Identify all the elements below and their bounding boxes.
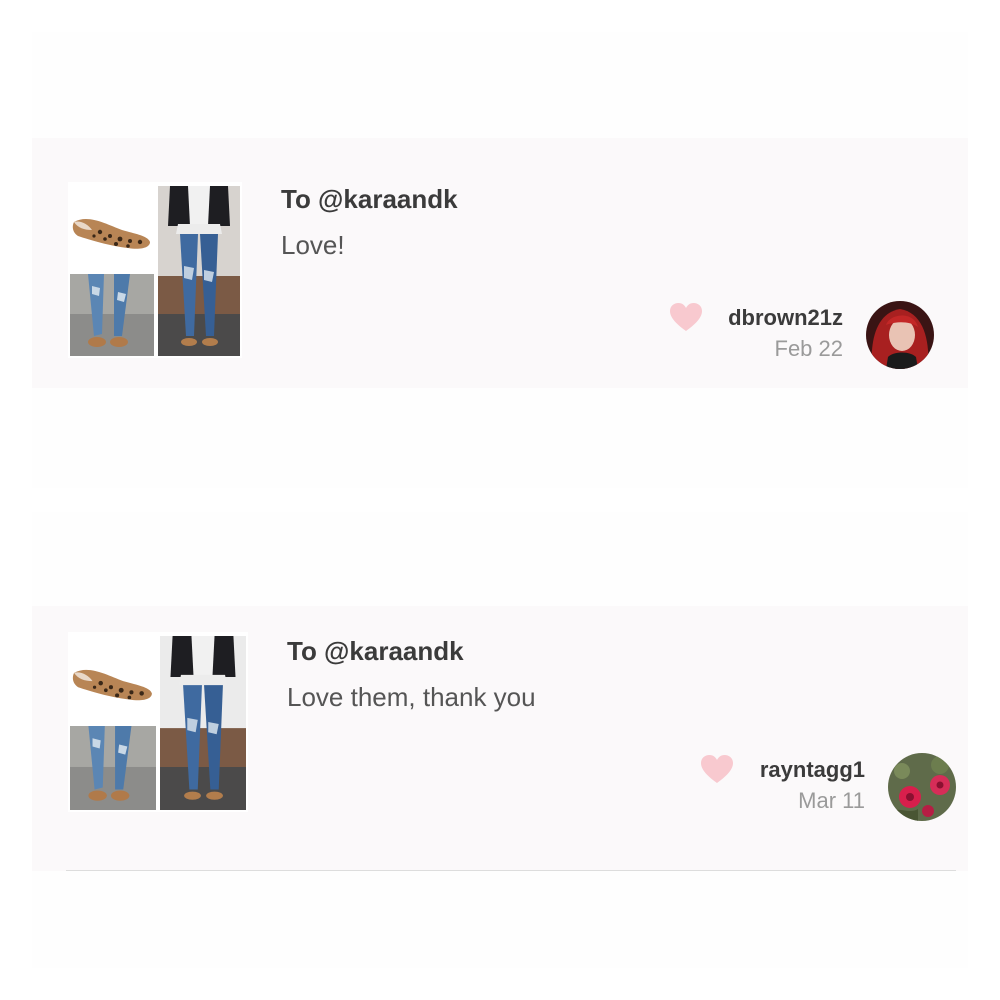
jeans-legs-image bbox=[70, 726, 156, 810]
comment-recipient[interactable]: To @karaandk bbox=[281, 184, 458, 215]
user-avatar[interactable] bbox=[866, 301, 934, 369]
comment-recipient[interactable]: To @karaandk bbox=[287, 636, 464, 667]
comment-card: To @karaandk Love them, thank you raynta… bbox=[32, 606, 968, 871]
outfit-full-image bbox=[158, 186, 240, 356]
comment-message: Love them, thank you bbox=[287, 682, 536, 712]
outfit-full-image bbox=[160, 636, 246, 810]
divider bbox=[66, 870, 956, 871]
comment-username[interactable]: dbrown21z bbox=[583, 304, 843, 332]
user-avatar[interactable] bbox=[888, 753, 956, 821]
comment-meta: rayntagg1 Mar 11 bbox=[605, 756, 865, 818]
outfit-collage-image[interactable] bbox=[68, 632, 248, 812]
jeans-legs-image bbox=[70, 274, 154, 356]
comment-message: Love! bbox=[281, 230, 345, 260]
comment-date: Feb 22 bbox=[774, 336, 844, 361]
comment-card: To @karaandk Love! dbrown21z Feb 22 bbox=[32, 138, 968, 388]
comment-username[interactable]: rayntagg1 bbox=[605, 756, 865, 784]
comment-date: Mar 11 bbox=[798, 788, 865, 813]
comment-meta: dbrown21z Feb 22 bbox=[583, 304, 843, 366]
leopard-flat-shoe-image bbox=[70, 184, 154, 270]
leopard-flat-shoe-image bbox=[70, 634, 156, 722]
outfit-collage-image[interactable] bbox=[68, 182, 242, 358]
